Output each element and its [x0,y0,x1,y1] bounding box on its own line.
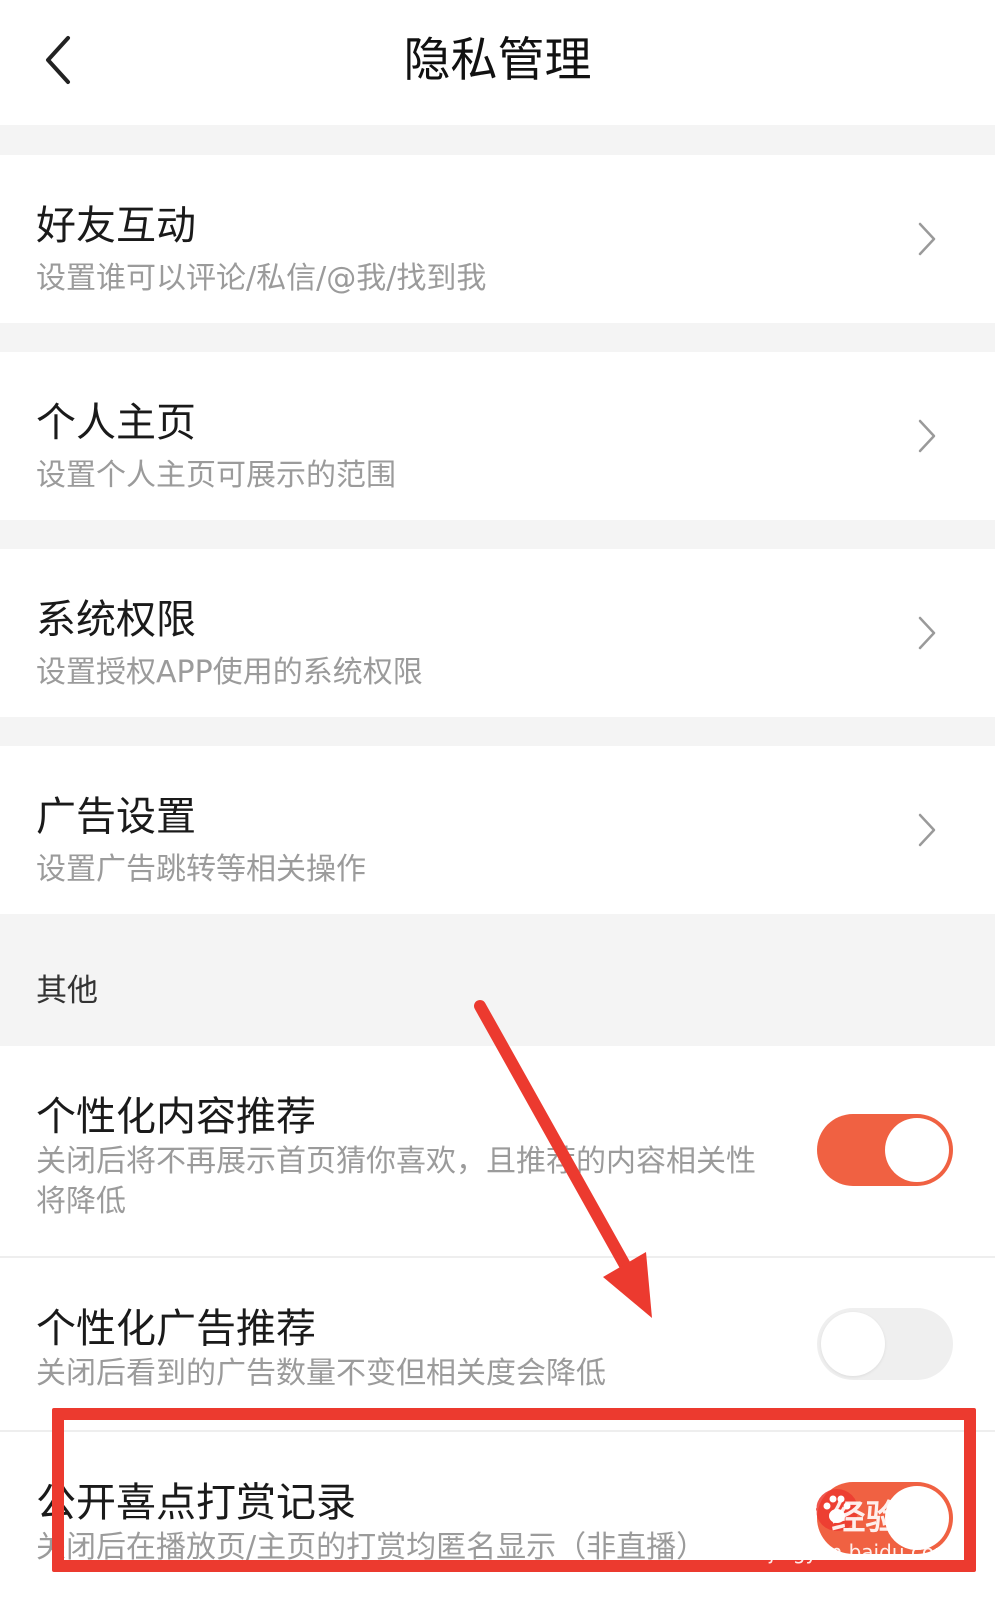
row-subtitle: 关闭后将不再展示首页猜你喜欢，且推荐的内容相关性将降低 [36,1144,756,1219]
row-title: 个人主页 [36,400,196,446]
public-tip-records-toggle[interactable] [817,1482,953,1554]
row-subtitle: 关闭后在播放页/主页的打赏均匿名显示（非直播） [36,1530,707,1565]
chevron-right-icon [918,616,936,650]
row-title: 系统权限 [36,597,196,643]
nav-row-friend-interaction[interactable]: 好友互动 设置谁可以评论/私信/@我/找到我 [0,155,995,323]
setting-row-public-tip-records: 公开喜点打赏记录 关闭后在播放页/主页的打赏均匿名显示（非直播） [0,1432,995,1600]
top-bar: 隐私管理 [0,0,995,125]
row-subtitle: 设置谁可以评论/私信/@我/找到我 [36,261,487,296]
chevron-right-icon [918,813,936,847]
row-subtitle: 设置个人主页可展示的范围 [36,458,396,493]
row-subtitle: 设置授权APP使用的系统权限 [36,655,423,690]
row-subtitle: 关闭后看到的广告数量不变但相关度会降低 [36,1356,606,1391]
toggle-knob [885,1486,949,1550]
content-recommendation-toggle[interactable] [817,1114,953,1186]
row-subtitle: 设置广告跳转等相关操作 [36,852,366,887]
toggle-knob [885,1118,949,1182]
ad-recommendation-toggle[interactable] [817,1308,953,1380]
section-header-other: 其他 [0,936,995,1046]
toggle-knob [821,1312,885,1376]
nav-row-personal-homepage[interactable]: 个人主页 设置个人主页可展示的范围 [0,352,995,520]
row-title: 个性化内容推荐 [36,1094,316,1140]
nav-row-ad-settings[interactable]: 广告设置 设置广告跳转等相关操作 [0,746,995,914]
row-title: 好友互动 [36,203,196,249]
page-title: 隐私管理 [403,33,592,88]
chevron-right-icon [918,222,936,256]
setting-row-content-recommendation: 个性化内容推荐 关闭后将不再展示首页猜你喜欢，且推荐的内容相关性将降低 [0,1046,995,1256]
row-title: 广告设置 [36,794,196,840]
setting-row-ad-recommendation: 个性化广告推荐 关闭后看到的广告数量不变但相关度会降低 [0,1258,995,1430]
chevron-right-icon [918,419,936,453]
row-title: 公开喜点打赏记录 [36,1480,356,1526]
row-title: 个性化广告推荐 [36,1306,316,1352]
nav-row-system-permissions[interactable]: 系统权限 设置授权APP使用的系统权限 [0,549,995,717]
